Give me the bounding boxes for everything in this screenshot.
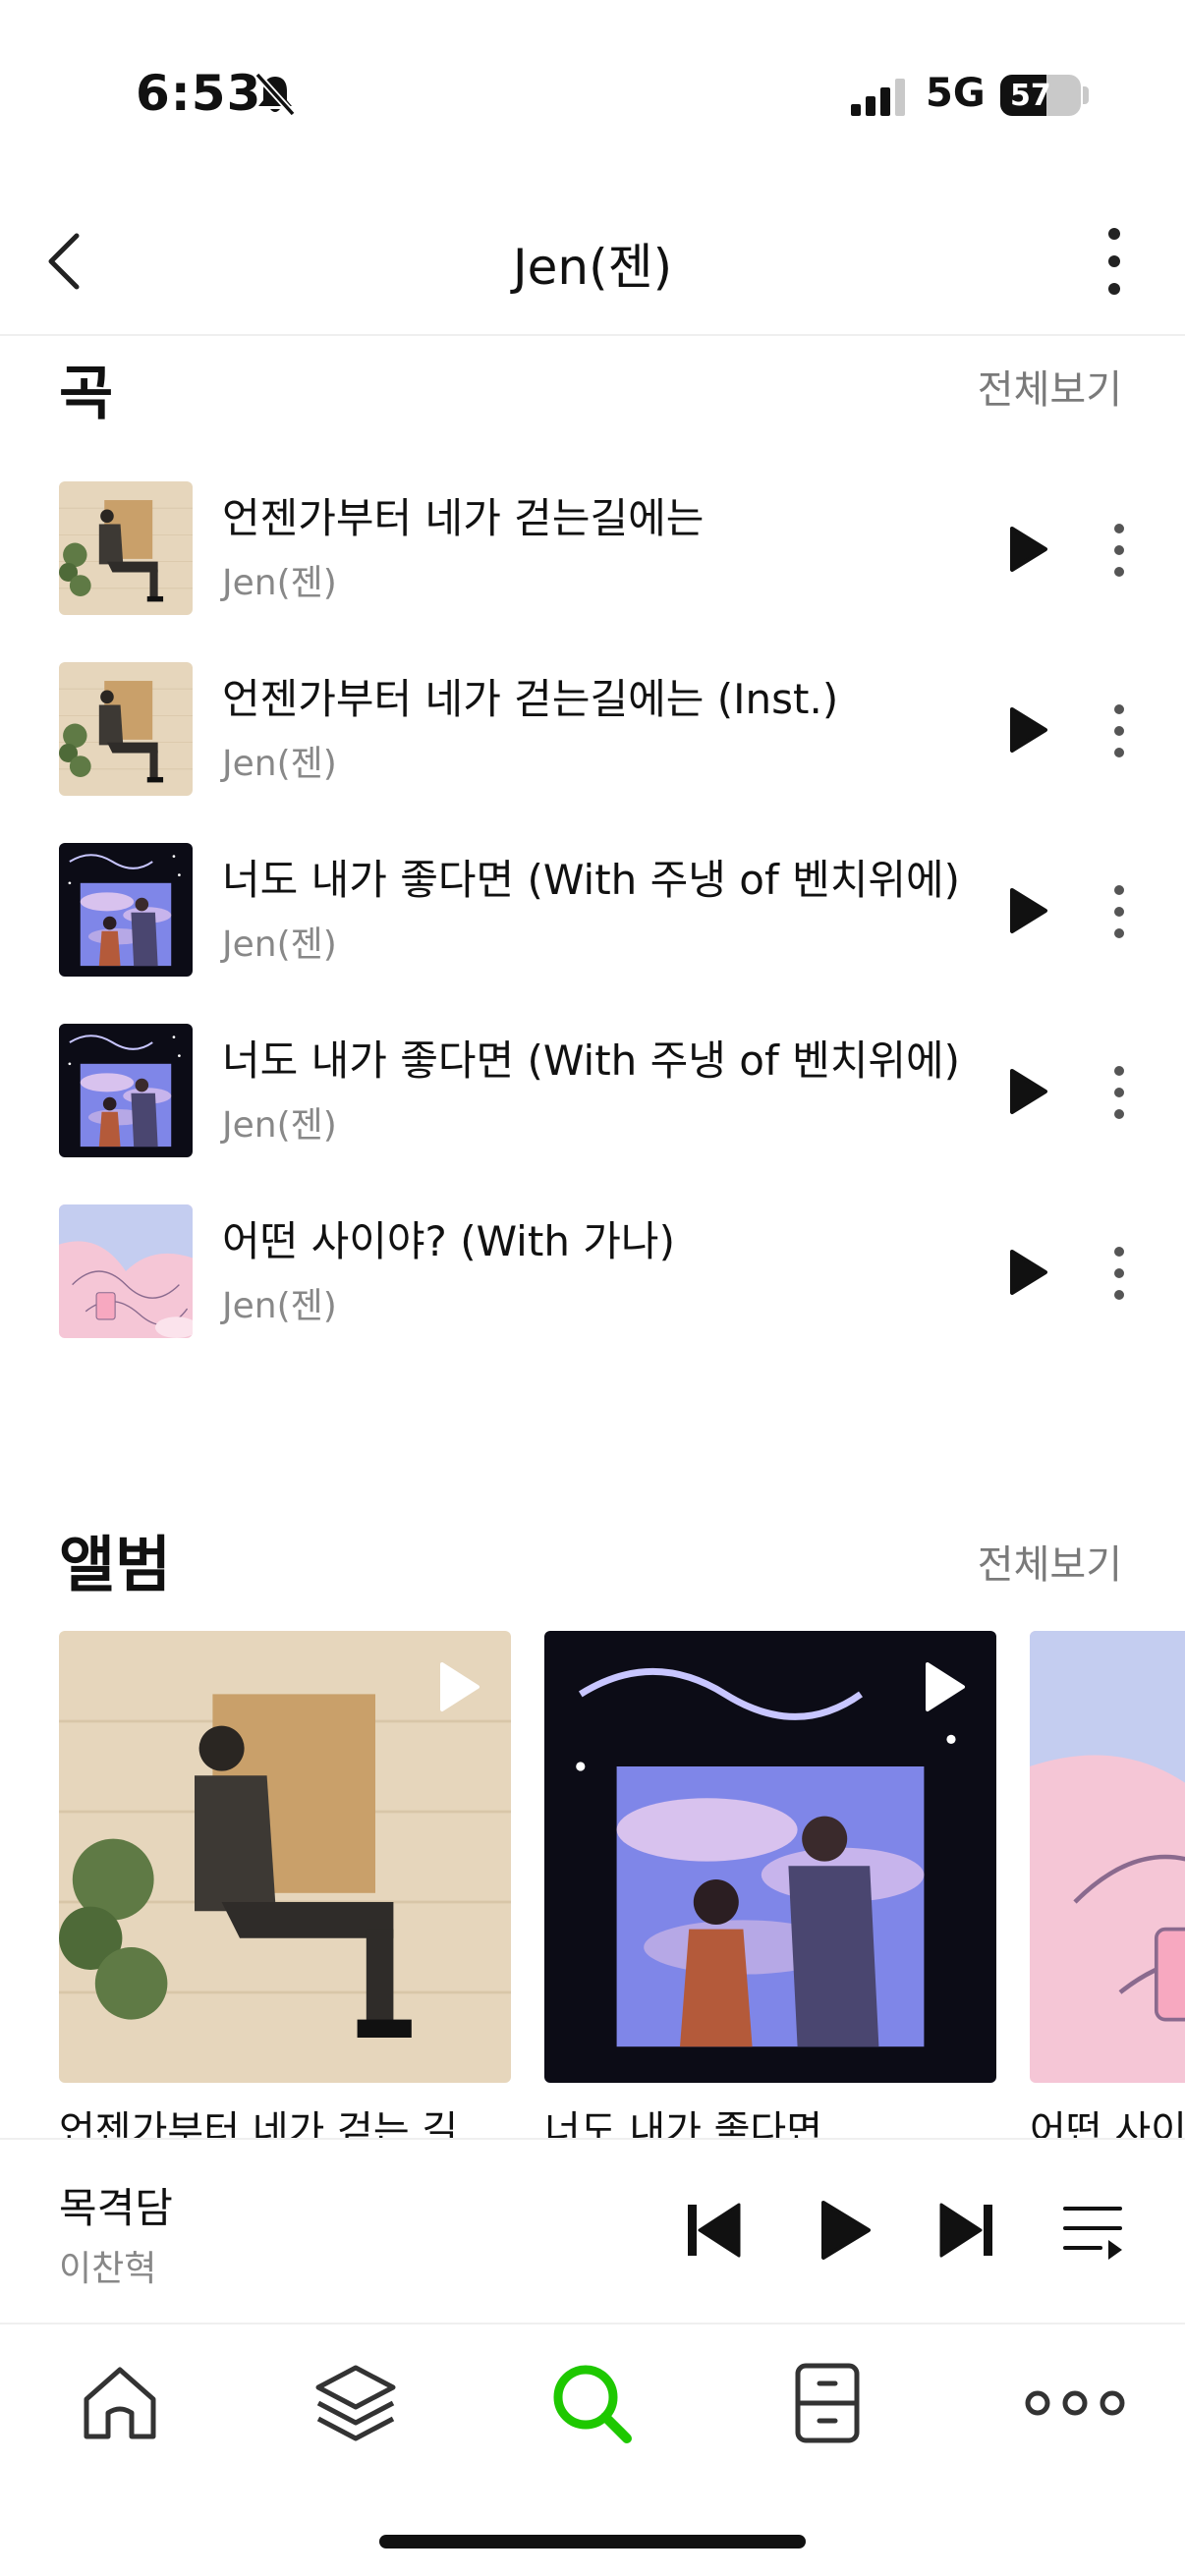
- search-icon[interactable]: [542, 2354, 641, 2452]
- song-artist: Jen(젠): [222, 924, 337, 965]
- next-track-icon[interactable]: [937, 2199, 996, 2262]
- home-indicator: [379, 2535, 806, 2548]
- status-time: 6:53: [136, 65, 262, 122]
- page-title: Jen(젠): [512, 239, 673, 296]
- more-vertical-icon[interactable]: [1104, 1063, 1134, 1122]
- more-vertical-icon[interactable]: [1104, 882, 1134, 941]
- song-cover-art: [59, 1204, 193, 1338]
- album-cover-art: [1030, 1631, 1185, 2083]
- album-title: 언젠가부터 네가 걷는 길: [59, 2108, 459, 2142]
- album-carousel[interactable]: 언젠가부터 네가 걷는 길 너도 내가 좋다면 어떤 사이: [0, 1631, 1185, 2142]
- battery-tip: [1083, 86, 1089, 104]
- play-icon[interactable]: [1006, 1067, 1049, 1116]
- battery-level: 57: [1010, 79, 1051, 113]
- previous-track-icon[interactable]: [684, 2199, 743, 2262]
- song-row[interactable]: 너도 내가 좋다면 (With 주냉 of 벤치위에) Jen(젠): [0, 843, 1185, 1024]
- song-artist: Jen(젠): [222, 744, 337, 784]
- now-playing-title: 목격담: [59, 2184, 173, 2232]
- album-card[interactable]: 어떤 사이: [1030, 1631, 1185, 2142]
- play-icon[interactable]: [1006, 525, 1049, 574]
- song-cover-art: [59, 662, 193, 796]
- battery-icon: 57: [1000, 75, 1081, 116]
- songs-section-title: 곡: [59, 360, 114, 428]
- album-title: 너도 내가 좋다면: [544, 2108, 823, 2142]
- status-bar: 6:53 5G 57: [0, 0, 1185, 187]
- song-row[interactable]: 언젠가부터 네가 걷는길에는 Jen(젠): [0, 481, 1185, 662]
- playlist-queue-icon[interactable]: [1061, 2199, 1126, 2262]
- album-card[interactable]: 언젠가부터 네가 걷는 길: [59, 1631, 511, 2142]
- albums-see-all-link[interactable]: 전체보기: [978, 1533, 1122, 1590]
- song-title: 너도 내가 좋다면 (With 주냉 of 벤치위에): [222, 856, 961, 904]
- network-type: 5G: [926, 71, 986, 116]
- more-horizontal-icon[interactable]: [1016, 2354, 1134, 2452]
- more-vertical-icon[interactable]: [1104, 1244, 1134, 1303]
- play-icon[interactable]: [1006, 1248, 1049, 1297]
- bell-muted-icon: [254, 72, 296, 116]
- song-title: 언젠가부터 네가 걷는길에는 (Inst.): [222, 675, 839, 723]
- play-icon[interactable]: [436, 1660, 481, 1713]
- back-chevron-icon[interactable]: [39, 226, 98, 297]
- song-artist: Jen(젠): [222, 563, 337, 603]
- play-icon[interactable]: [818, 2199, 873, 2262]
- library-layers-icon[interactable]: [307, 2354, 405, 2452]
- play-icon[interactable]: [1006, 705, 1049, 755]
- more-vertical-icon[interactable]: [1093, 224, 1136, 299]
- play-icon[interactable]: [1006, 886, 1049, 935]
- songs-see-all-link[interactable]: 전체보기: [978, 358, 1122, 415]
- song-title: 너도 내가 좋다면 (With 주냉 of 벤치위에): [222, 1036, 961, 1085]
- album-card[interactable]: 너도 내가 좋다면: [544, 1631, 996, 2142]
- song-cover-art: [59, 1024, 193, 1157]
- song-row[interactable]: 언젠가부터 네가 걷는길에는 (Inst.) Jen(젠): [0, 662, 1185, 843]
- song-title: 언젠가부터 네가 걷는길에는: [222, 494, 705, 542]
- song-cover-art: [59, 843, 193, 977]
- header: Jen(젠): [0, 187, 1185, 336]
- song-artist: Jen(젠): [222, 1286, 337, 1326]
- song-artist: Jen(젠): [222, 1105, 337, 1146]
- more-vertical-icon[interactable]: [1104, 521, 1134, 580]
- home-icon[interactable]: [71, 2354, 169, 2452]
- song-row[interactable]: 어떤 사이야? (With 가나) Jen(젠): [0, 1204, 1185, 1385]
- play-icon[interactable]: [922, 1660, 967, 1713]
- song-row[interactable]: 너도 내가 좋다면 (With 주냉 of 벤치위에) Jen(젠): [0, 1024, 1185, 1204]
- cellular-signal-icon: [851, 79, 905, 116]
- albums-section-title: 앨범: [59, 1529, 172, 1600]
- now-playing-artist: 이찬혁: [59, 2249, 157, 2289]
- more-vertical-icon[interactable]: [1104, 701, 1134, 760]
- song-cover-art: [59, 481, 193, 615]
- storage-drawer-icon[interactable]: [778, 2354, 876, 2452]
- mini-player[interactable]: 목격담 이찬혁: [0, 2138, 1185, 2324]
- song-title: 어떤 사이야? (With 가나): [222, 1217, 675, 1265]
- album-title: 어떤 사이: [1030, 2108, 1185, 2142]
